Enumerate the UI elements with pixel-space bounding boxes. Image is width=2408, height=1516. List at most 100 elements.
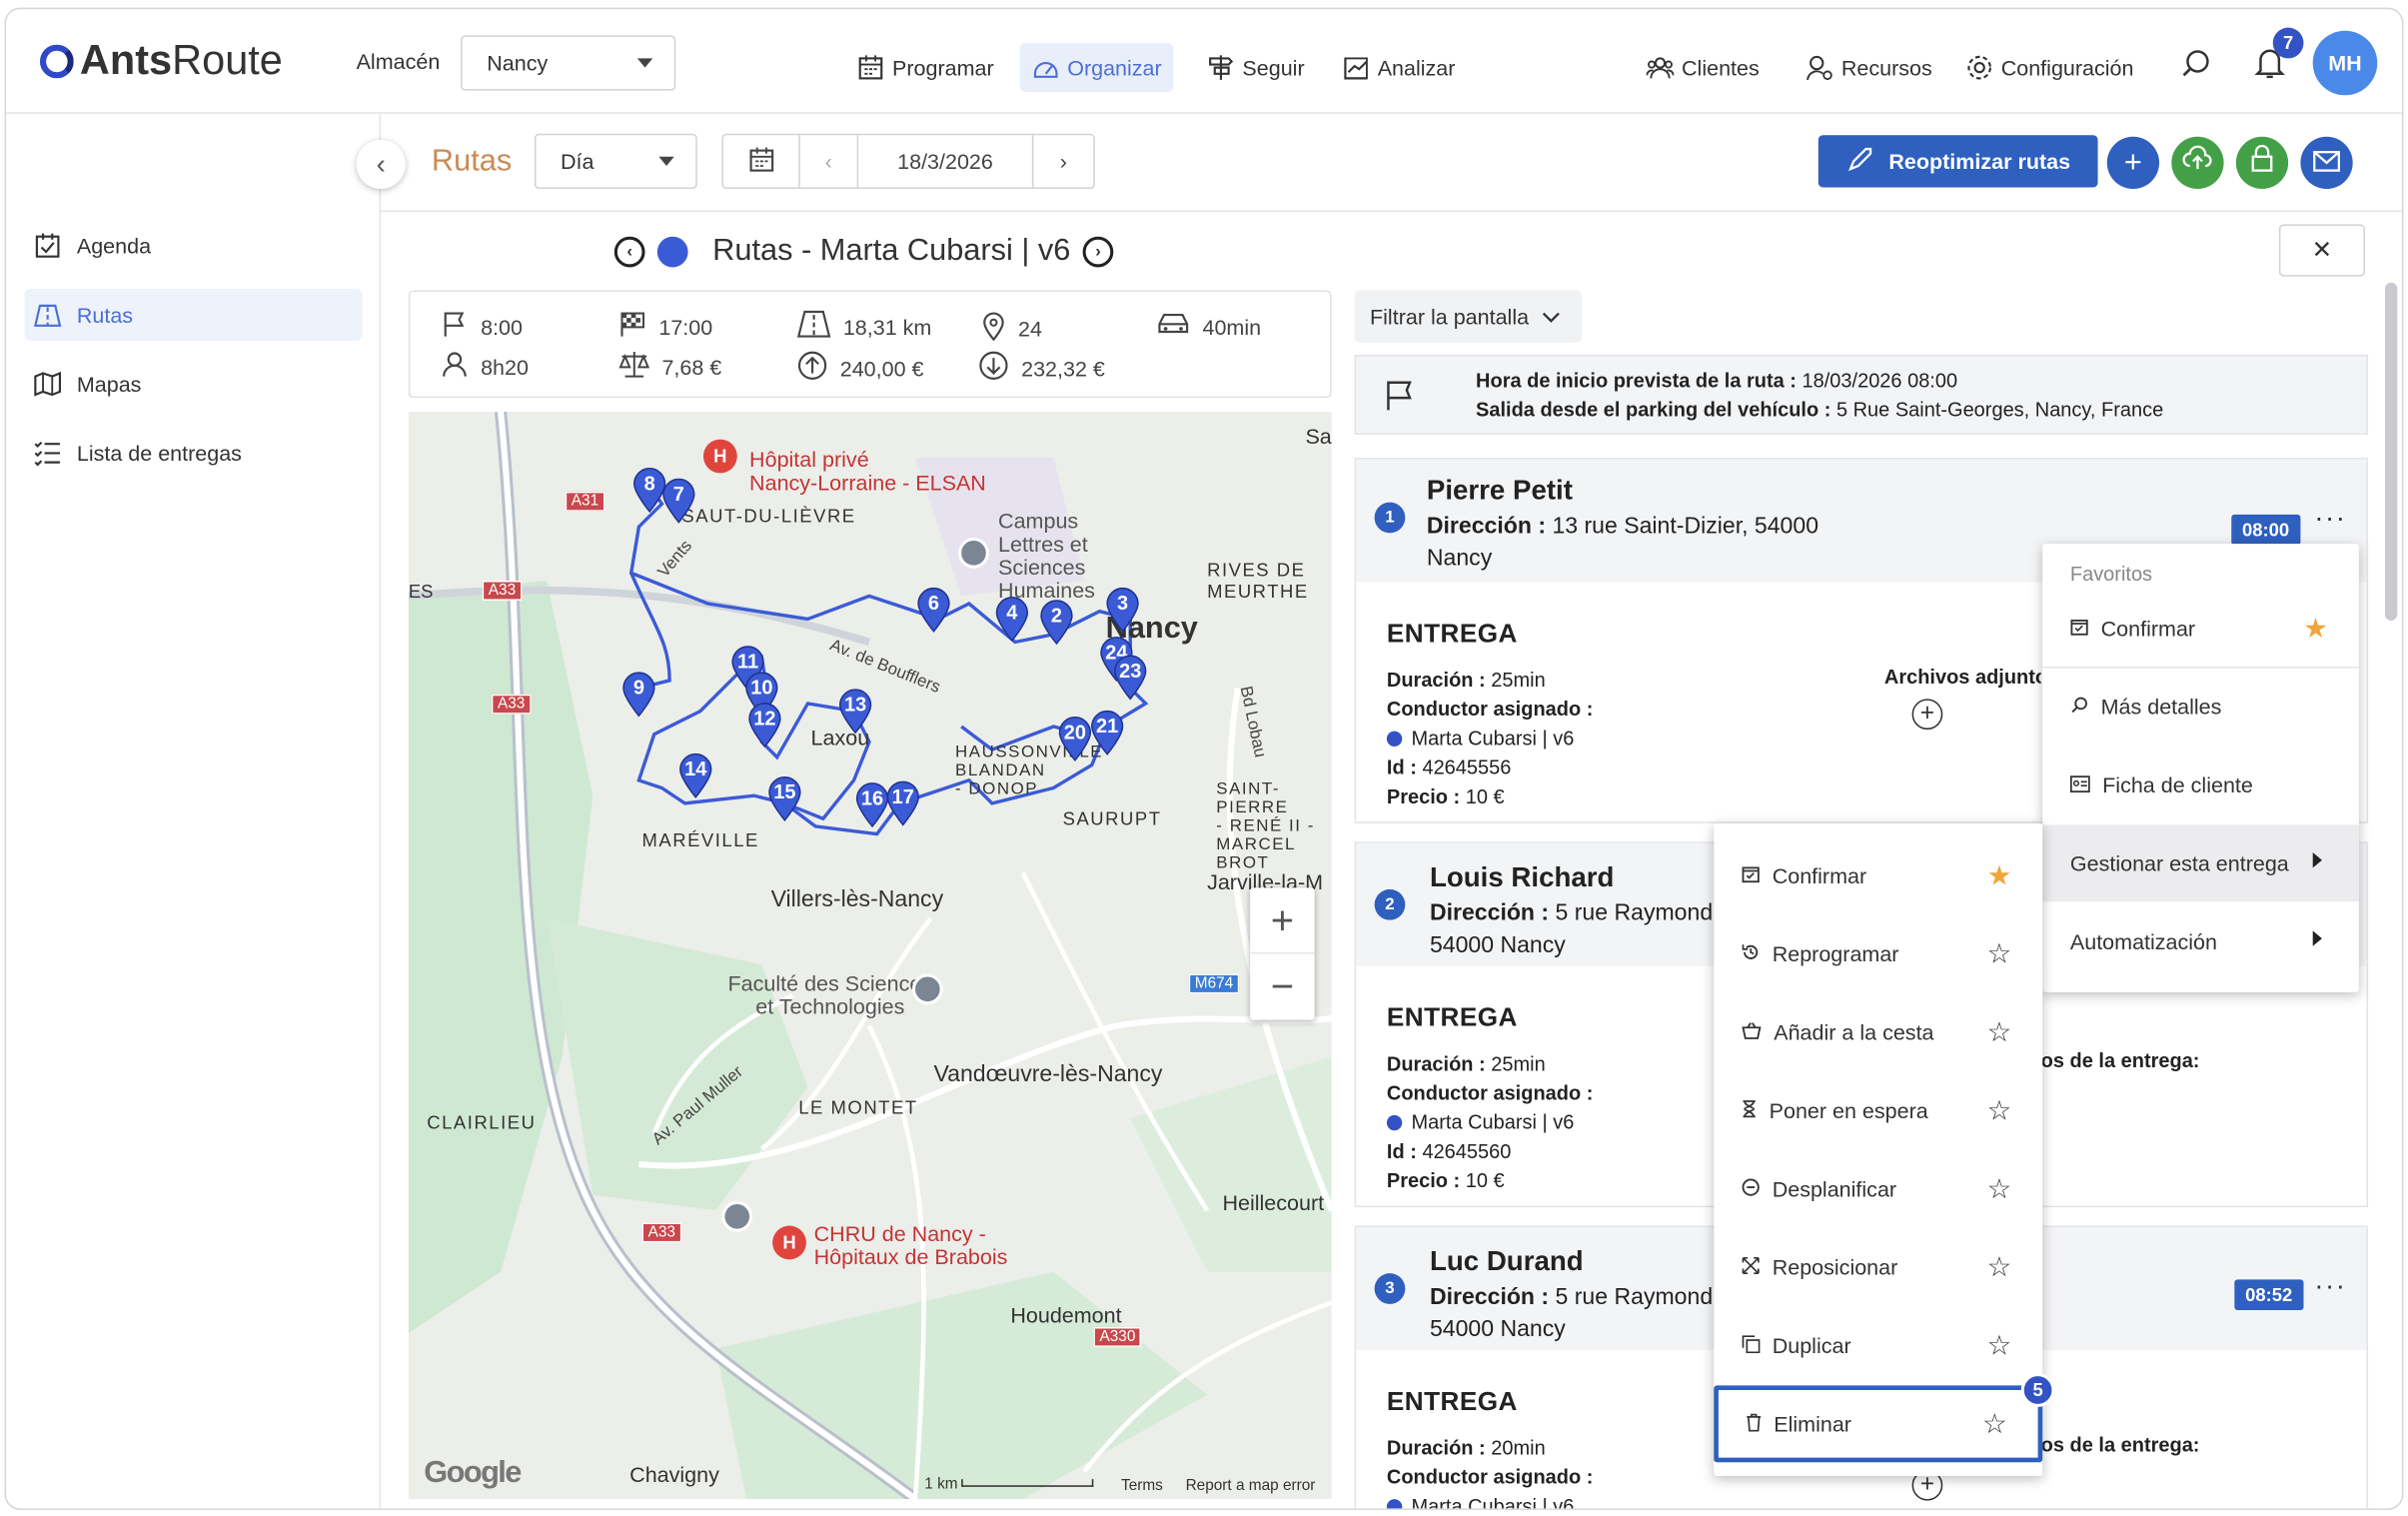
- map-marker-21[interactable]: 21: [1089, 710, 1126, 756]
- prev-day-button[interactable]: ‹: [800, 135, 859, 188]
- map-marker-12[interactable]: 12: [746, 702, 783, 749]
- prev-route-button[interactable]: ‹: [613, 235, 645, 267]
- map-label-hospital: Hôpital privé Nancy-Lorraine - ELSAN: [749, 447, 986, 495]
- map-marker-label: 6: [927, 591, 940, 615]
- nav-organizar[interactable]: Organizar: [1019, 43, 1174, 93]
- map-marker-17[interactable]: 17: [884, 780, 921, 826]
- reoptimize-routes-button[interactable]: Reoptimizar rutas: [1817, 135, 2098, 188]
- map-marker-15[interactable]: 15: [766, 775, 803, 821]
- stop-address: Dirección : 5 rue Raymond 54000 Nancy: [1429, 899, 1714, 959]
- map-label-rives: RIVES DE MEURTHE: [1207, 559, 1309, 603]
- add-button[interactable]: +: [2106, 136, 2160, 190]
- nav-programar[interactable]: Programar: [844, 43, 1006, 92]
- submenu-item-delete[interactable]: Eliminar ☆: [1714, 1385, 2043, 1463]
- star-outline-icon[interactable]: ☆: [1987, 1252, 2012, 1280]
- star-filled-icon[interactable]: ★: [2303, 615, 2328, 643]
- map-marker-14[interactable]: 14: [677, 753, 714, 798]
- star-filled-icon[interactable]: ★: [1987, 860, 2012, 888]
- chevron-down-icon: [658, 156, 674, 166]
- hospital-icon-2: H: [772, 1225, 806, 1260]
- route-map[interactable]: Hôpital privé Nancy-Lorraine - ELSAN H SA…: [408, 411, 1332, 1500]
- logo-icon: [39, 43, 74, 78]
- submenu-item-reposition[interactable]: Reposicionar ☆: [1714, 1227, 2042, 1305]
- stat-start: 8:00: [441, 310, 523, 342]
- sidebar-item-rutas[interactable]: Rutas: [24, 288, 363, 342]
- submenu-item-unplan[interactable]: Desplanificar ☆: [1714, 1149, 2042, 1227]
- mail-icon: [2313, 145, 2341, 180]
- date-value[interactable]: 18/3/2026: [858, 135, 1034, 188]
- menu-item-manage-delivery[interactable]: Gestionar esta entrega: [2042, 824, 2359, 902]
- map-marker-6[interactable]: 6: [915, 587, 952, 633]
- nav-seguir[interactable]: Seguir: [1195, 43, 1317, 92]
- chevron-down-icon: [636, 58, 653, 68]
- star-outline-icon[interactable]: ☆: [1987, 1096, 2012, 1124]
- sidebar-item-lista-entregas[interactable]: Lista de entregas: [25, 427, 363, 479]
- more-options-icon[interactable]: ···: [2314, 503, 2346, 535]
- nav-clientes[interactable]: Clientes: [1634, 43, 1772, 92]
- star-outline-icon[interactable]: ☆: [1987, 1017, 2012, 1045]
- menu-item-confirm-favorite[interactable]: Confirmar ★: [2042, 590, 2359, 667]
- submenu-item-put-on-hold[interactable]: Poner en espera ☆: [1714, 1070, 2042, 1148]
- submenu-item-reschedule[interactable]: Reprogramar ☆: [1714, 914, 2042, 992]
- search-icon[interactable]: [2181, 49, 2212, 87]
- map-label-campus: Campus Lettres et Sciences Humaines: [998, 508, 1095, 603]
- menu-item-client-sheet[interactable]: Ficha de cliente: [2042, 747, 2359, 823]
- view-select[interactable]: Día: [534, 133, 697, 190]
- scrollbar-thumb[interactable]: [2384, 282, 2398, 621]
- map-marker-7[interactable]: 7: [660, 478, 697, 524]
- upload-button[interactable]: [2171, 136, 2224, 190]
- map-marker-2[interactable]: 2: [1038, 599, 1075, 646]
- user-avatar[interactable]: MH: [2312, 30, 2378, 96]
- panel-scrollbar[interactable]: [2383, 282, 2398, 1509]
- filter-screen-button[interactable]: Filtrar la pantalla: [1354, 290, 1583, 343]
- email-button[interactable]: [2300, 136, 2353, 190]
- map-marker-23[interactable]: 23: [1112, 655, 1149, 701]
- date-picker: ‹ 18/3/2026 ›: [721, 133, 1095, 190]
- add-attachment-button[interactable]: +: [1911, 699, 1943, 731]
- map-marker-label: 14: [684, 757, 707, 780]
- star-outline-icon[interactable]: ☆: [1982, 1410, 2007, 1438]
- menu-item-more-details[interactable]: Más detalles: [2042, 669, 2359, 746]
- sidebar-item-agenda[interactable]: Agenda: [25, 220, 363, 272]
- antsroute-logo[interactable]: AntsRoute: [39, 37, 283, 85]
- nav-analizar[interactable]: Analizar: [1330, 43, 1468, 92]
- nav-configuracion[interactable]: Configuración: [1953, 43, 2146, 92]
- calendar-button[interactable]: [723, 135, 800, 188]
- submenu-item-add-to-basket[interactable]: Añadir a la cesta ☆: [1714, 992, 2042, 1070]
- zoom-out-button[interactable]: −: [1250, 953, 1315, 1019]
- context-menu: Favoritos Confirmar ★ Más detalles Ficha…: [2042, 544, 2359, 992]
- map-report-link[interactable]: Report a map error: [1186, 1478, 1316, 1495]
- cloud-upload-icon: [2182, 144, 2213, 181]
- university-icon-2: [721, 1200, 753, 1232]
- map-marker-label: 12: [753, 707, 776, 731]
- map-label-faculte: Faculté des Sciences et Technologies: [727, 970, 933, 1019]
- star-outline-icon[interactable]: ☆: [1987, 939, 2012, 967]
- stop-name: Luc Durand: [1429, 1245, 1584, 1277]
- map-terms-link[interactable]: Terms: [1121, 1478, 1163, 1495]
- route-color-dot: [656, 235, 688, 267]
- map-label-es: ES: [408, 580, 434, 603]
- collapse-sidebar-button[interactable]: ‹: [356, 139, 406, 190]
- map-label-le-montet: LE MONTET: [798, 1096, 918, 1118]
- submenu-item-duplicate[interactable]: Duplicar ☆: [1714, 1305, 2042, 1383]
- next-route-button[interactable]: ›: [1082, 235, 1114, 267]
- map-marker-13[interactable]: 13: [837, 689, 874, 735]
- warehouse-select[interactable]: Nancy: [461, 35, 676, 91]
- menu-item-automation[interactable]: Automatización: [2042, 903, 2359, 980]
- sidebar-item-mapas[interactable]: Mapas: [25, 358, 363, 410]
- nav-recursos[interactable]: Recursos: [1794, 43, 1944, 92]
- map-marker-4[interactable]: 4: [993, 596, 1030, 643]
- map-marker-3[interactable]: 3: [1104, 587, 1141, 633]
- submenu-item-confirm[interactable]: Confirmar ★: [1714, 835, 2042, 913]
- star-outline-icon[interactable]: ☆: [1987, 1174, 2012, 1202]
- close-route-button[interactable]: ✕: [2278, 224, 2365, 277]
- map-marker-label: 2: [1050, 604, 1063, 628]
- more-options-icon[interactable]: ···: [2314, 1270, 2346, 1302]
- next-day-button[interactable]: ›: [1033, 135, 1093, 187]
- map-label-chru: CHRU de Nancy - Hôpitaux de Brabois: [813, 1220, 1008, 1269]
- star-outline-icon[interactable]: ☆: [1987, 1331, 2012, 1359]
- lock-button[interactable]: [2235, 136, 2289, 190]
- zoom-in-button[interactable]: +: [1250, 887, 1315, 954]
- map-marker-9[interactable]: 9: [620, 672, 657, 718]
- favorites-header: Favoritos: [2069, 562, 2153, 586]
